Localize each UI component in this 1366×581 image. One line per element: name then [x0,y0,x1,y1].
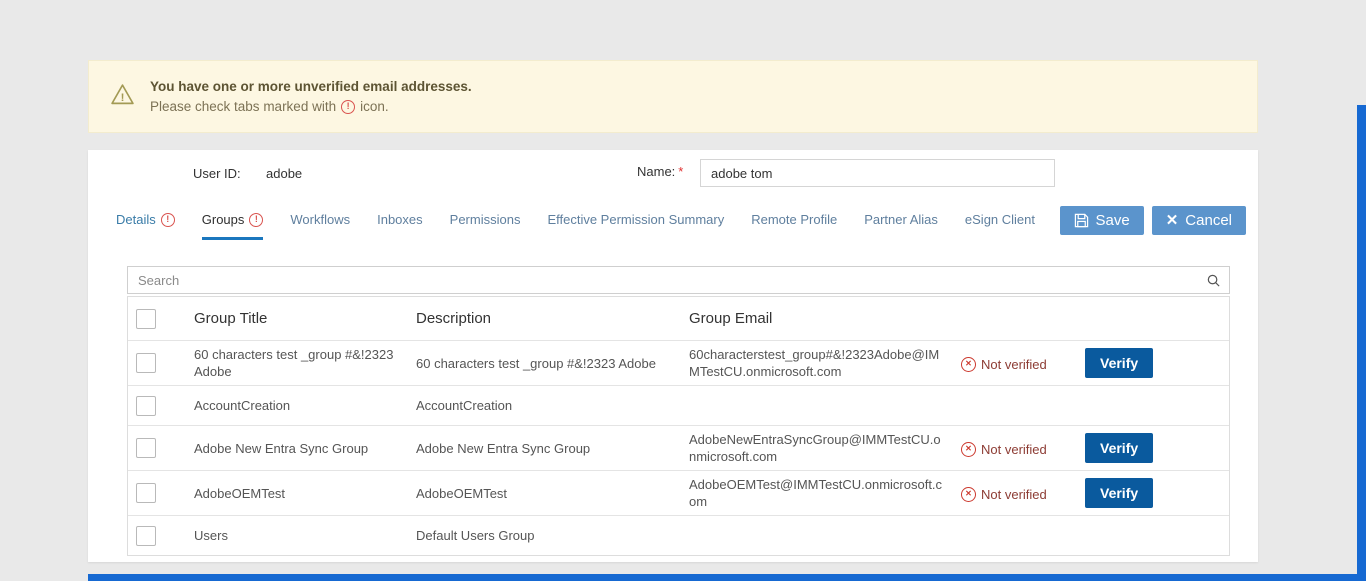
cancel-x-icon: ✕ [1166,213,1179,228]
table-row: AccountCreation AccountCreation [128,385,1229,425]
tab-alert-icon: ! [161,213,175,227]
save-button[interactable]: Save [1060,206,1144,235]
row-checkbox[interactable] [136,353,156,373]
tab-alert-icon: ! [249,213,263,227]
bottom-frame-bar [88,574,1366,581]
verification-status-cell: ✕ Not verified [953,348,1077,378]
user-id-label: User ID: [193,166,241,181]
row-checkbox[interactable] [136,438,156,458]
groups-table: Group Title Description Group Email 60 c… [127,296,1230,556]
not-verified-icon: ✕ [961,487,976,502]
tab-remote-profile[interactable]: Remote Profile [751,212,837,240]
table-row: AdobeOEMTest AdobeOEMTest AdobeOEMTest@I… [128,470,1229,515]
unverified-email-banner: ! You have one or more unverified email … [88,60,1258,133]
group-email-cell: AdobeNewEntraSyncGroup@IMMTestCU.onmicro… [681,426,953,470]
group-title-cell: Users [186,522,408,549]
not-verified-icon: ✕ [961,442,976,457]
not-verified-label: Not verified [981,356,1047,373]
select-all-checkbox[interactable] [136,309,156,329]
cancel-button[interactable]: ✕ Cancel [1152,206,1246,235]
verification-status-cell [953,401,1077,411]
verify-button[interactable]: Verify [1085,433,1153,463]
save-icon [1074,213,1089,228]
action-buttons: Save ✕ Cancel [1060,204,1246,235]
row-checkbox[interactable] [136,526,156,546]
description-cell: 60 characters test _group #&!2323 Adobe [408,350,681,377]
verify-button[interactable]: Verify [1085,348,1153,378]
group-title-cell: 60 characters test _group #&!2323 Adobe [186,341,408,385]
tab-effective-permission-summary[interactable]: Effective Permission Summary [547,212,724,240]
tab-permissions[interactable]: Permissions [450,212,521,240]
verification-status-cell [953,531,1077,541]
tab-bar: Details ! Groups ! Workflows Inboxes Per… [116,204,1035,240]
group-email-cell [681,531,953,541]
tab-details[interactable]: Details ! [116,212,175,240]
table-row: Users Default Users Group [128,515,1229,555]
warning-triangle-icon: ! [109,82,136,112]
group-email-cell: 60characterstest_group#&!2323Adobe@IMMTe… [681,341,953,385]
not-verified-label: Not verified [981,486,1047,503]
search-input[interactable] [128,267,1206,293]
header-description: Description [408,305,681,332]
not-verified-icon: ✕ [961,357,976,372]
group-search-bar [127,266,1230,294]
banner-title: You have one or more unverified email ad… [150,77,472,97]
group-email-cell: AdobeOEMTest@IMMTestCU.onmicrosoft.com [681,471,953,515]
name-label: Name:* [637,164,683,179]
banner-subtitle: Please check tabs marked with ! icon. [150,97,472,117]
verification-status-cell: ✕ Not verified [953,478,1077,508]
table-row: 60 characters test _group #&!2323 Adobe … [128,340,1229,385]
group-title-cell: AdobeOEMTest [186,480,408,507]
verify-button[interactable]: Verify [1085,478,1153,508]
header-group-title: Group Title [186,305,408,332]
required-asterisk: * [678,164,683,179]
tab-partner-alias[interactable]: Partner Alias [864,212,938,240]
right-frame-bar [1357,105,1366,581]
not-verified-label: Not verified [981,441,1047,458]
user-id-value: adobe [266,166,302,181]
verification-status-cell: ✕ Not verified [953,433,1077,463]
tab-groups[interactable]: Groups ! [202,212,264,240]
description-cell: AdobeOEMTest [408,480,681,507]
row-checkbox[interactable] [136,396,156,416]
tab-esign-client[interactable]: eSign Client [965,212,1035,240]
group-title-cell: Adobe New Entra Sync Group [186,435,408,462]
row-checkbox[interactable] [136,483,156,503]
tab-row: Details ! Groups ! Workflows Inboxes Per… [88,204,1258,240]
unverified-alert-icon: ! [341,100,355,114]
table-body: 60 characters test _group #&!2323 Adobe … [128,340,1229,555]
group-email-cell [681,401,953,411]
tab-workflows[interactable]: Workflows [290,212,350,240]
svg-text:!: ! [121,91,125,103]
search-icon[interactable] [1206,273,1229,288]
header-verify-spacer [1077,314,1229,324]
description-cell: Adobe New Entra Sync Group [408,435,681,462]
description-cell: Default Users Group [408,522,681,549]
header-group-email: Group Email [681,305,953,332]
identity-row: User ID: adobe Name:* [88,150,1258,198]
group-title-cell: AccountCreation [186,392,408,419]
user-detail-panel: User ID: adobe Name:* Details ! Groups !… [88,150,1258,562]
header-checkbox-cell [128,304,186,334]
table-header-row: Group Title Description Group Email [128,296,1229,340]
tab-inboxes[interactable]: Inboxes [377,212,423,240]
header-status-spacer [953,314,1077,324]
name-input[interactable] [700,159,1055,187]
table-row: Adobe New Entra Sync Group Adobe New Ent… [128,425,1229,470]
description-cell: AccountCreation [408,392,681,419]
